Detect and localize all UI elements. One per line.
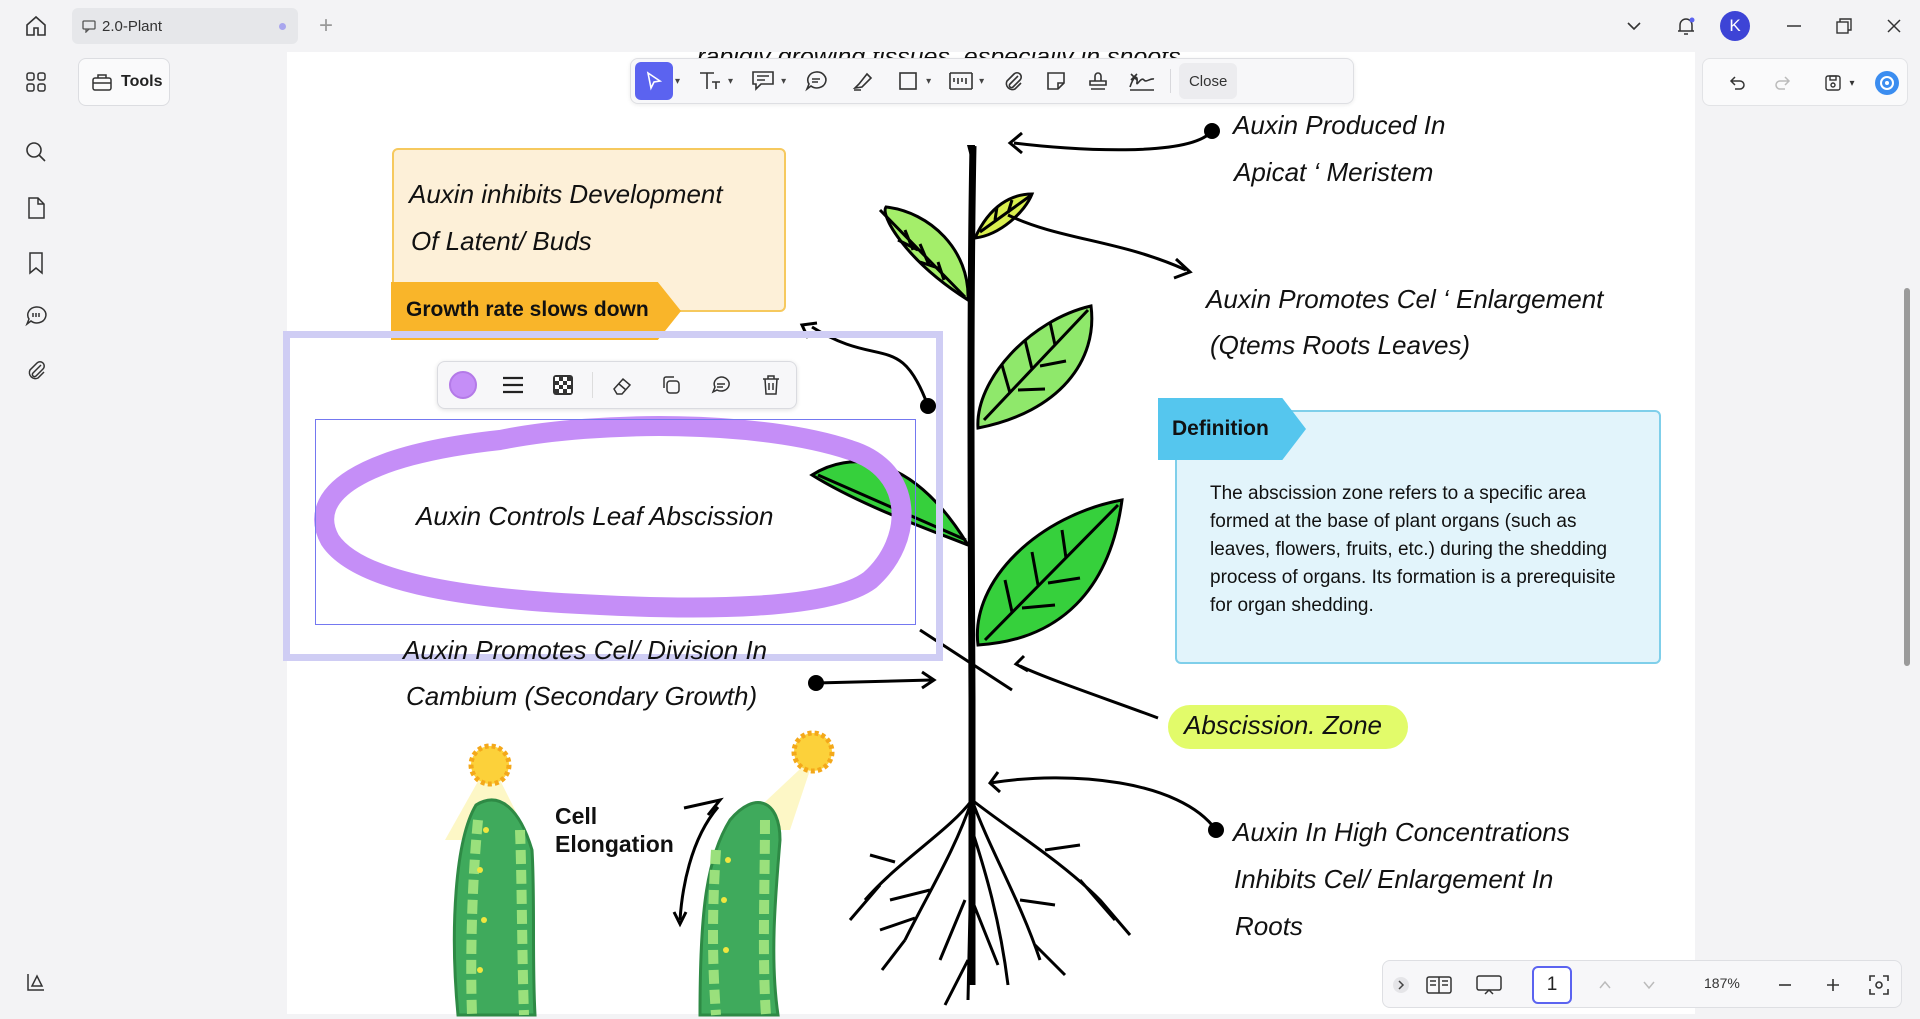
- apps-grid-icon[interactable]: [20, 66, 52, 98]
- callout-tool-icon[interactable]: [747, 62, 779, 100]
- label-high-conc-line2: Inhibits Cel/ Enlargement In: [1234, 864, 1554, 894]
- chevron-down-icon[interactable]: ▾: [979, 76, 984, 87]
- label-division-line2: Cambium (Secondary Growth): [406, 681, 758, 711]
- tools-label: Tools: [121, 73, 163, 90]
- definition-tag: Definition: [1158, 398, 1306, 460]
- label-elongation: Elongation: [555, 831, 674, 857]
- chevron-down-icon[interactable]: ▾: [1845, 73, 1859, 93]
- definition-title: Definition: [1172, 417, 1269, 440]
- scrollbar[interactable]: [1904, 288, 1910, 666]
- definition-text: The abscission zone refers to a specific…: [1210, 483, 1616, 616]
- color-picker-button[interactable]: [438, 365, 488, 405]
- page-navigation-bar: [1382, 960, 1902, 1008]
- tools-panel: [70, 52, 286, 1019]
- label-enlarge-line1: Auxin Promotes Cel ‘ Enlargement: [1206, 284, 1604, 314]
- comment-icon[interactable]: [696, 365, 746, 405]
- right-panel: [1696, 52, 1920, 1019]
- zoom-in-icon[interactable]: [1823, 975, 1843, 995]
- label-inhibits-line1: Auxin inhibits Development: [409, 179, 723, 209]
- tab-title: 2.0-Plant: [102, 17, 163, 35]
- label-high-conc-line1: Auxin In High Concentrations: [1233, 817, 1570, 847]
- annotation-mini-toolbar: [437, 361, 797, 409]
- select-tool-button[interactable]: [635, 62, 673, 100]
- avatar[interactable]: K: [1720, 11, 1750, 41]
- eraser-icon[interactable]: [597, 365, 647, 405]
- chevron-down-icon[interactable]: ▾: [675, 76, 680, 87]
- right-toolbar: ▾: [1702, 58, 1908, 106]
- label-high-conc-line3: Roots: [1235, 911, 1303, 941]
- minimize-icon[interactable]: [1782, 14, 1806, 38]
- attachment-icon[interactable]: [20, 354, 52, 386]
- panel-toggle-icon[interactable]: [20, 966, 52, 998]
- next-page-icon[interactable]: [1639, 975, 1659, 995]
- label-cell: Cell: [555, 803, 598, 829]
- shape-tool-icon[interactable]: [892, 62, 924, 100]
- attachment-tool-icon[interactable]: [998, 62, 1030, 100]
- save-icon[interactable]: [1821, 71, 1845, 95]
- annotation-toolbar: ▾ ▾ ▾ ▾ ▾ Close: [630, 58, 1354, 104]
- comment-tool-icon[interactable]: [800, 62, 832, 100]
- signature-tool-icon[interactable]: [1124, 62, 1160, 100]
- label-produced-line1: Auxin Produced In: [1233, 110, 1446, 140]
- line-weight-icon[interactable]: [488, 365, 538, 405]
- page-icon[interactable]: [20, 192, 52, 224]
- toolbox-icon: [91, 72, 113, 92]
- new-tab-icon[interactable]: +: [314, 12, 338, 39]
- search-icon[interactable]: [20, 136, 52, 168]
- trash-icon[interactable]: [746, 365, 796, 405]
- close-button[interactable]: Close: [1179, 63, 1238, 99]
- comment-icon: [82, 19, 96, 33]
- label-division-line1: Auxin Promotes Cel/ Division In: [403, 635, 768, 665]
- page-number-input[interactable]: 1: [1532, 966, 1572, 1004]
- label-inhibits-line2: Of Latent/ Buds: [411, 226, 592, 256]
- text-tool-icon[interactable]: [694, 62, 726, 100]
- comments-icon[interactable]: [20, 300, 52, 332]
- sticky-note-icon[interactable]: [1040, 62, 1072, 100]
- close-window-icon[interactable]: [1882, 14, 1906, 38]
- tools-button[interactable]: Tools: [78, 58, 170, 106]
- label-abscission-control: Auxin Controls Leaf Abscission: [416, 501, 774, 531]
- chevron-down-icon[interactable]: ▾: [781, 76, 786, 87]
- bookmark-icon[interactable]: [20, 247, 52, 279]
- home-icon[interactable]: [22, 12, 50, 40]
- ai-assistant-icon[interactable]: [1873, 69, 1901, 97]
- left-rail: [0, 52, 70, 1019]
- measure-tool-icon[interactable]: [945, 62, 977, 100]
- fit-page-icon[interactable]: [1867, 973, 1891, 997]
- label-zone: Abscission. Zone: [1184, 710, 1382, 740]
- chevron-down-icon[interactable]: ▾: [728, 76, 733, 87]
- growth-tag-label: Growth rate slows down: [406, 298, 649, 321]
- title-bar: 2.0-Plant + K: [0, 0, 1920, 52]
- presentation-icon[interactable]: [1475, 973, 1503, 997]
- previous-page-icon[interactable]: [1595, 975, 1615, 995]
- chevron-down-icon[interactable]: [1622, 14, 1646, 38]
- document-tab[interactable]: 2.0-Plant: [72, 8, 298, 44]
- expand-icon[interactable]: [1391, 975, 1411, 995]
- label-enlarge-line2: (Qtems Roots Leaves): [1210, 330, 1471, 360]
- chevron-down-icon[interactable]: ▾: [926, 76, 931, 87]
- bell-icon[interactable]: [1672, 12, 1700, 40]
- zoom-level[interactable]: 187%: [1704, 975, 1740, 991]
- divider: [1170, 69, 1172, 93]
- opacity-icon[interactable]: [538, 365, 588, 405]
- stamp-tool-icon[interactable]: [1082, 62, 1114, 100]
- zoom-out-icon[interactable]: [1775, 975, 1795, 995]
- reading-mode-icon[interactable]: [1425, 973, 1453, 997]
- undo-icon[interactable]: [1725, 71, 1749, 95]
- restore-icon[interactable]: [1832, 14, 1856, 38]
- label-produced-line2: Apicat ‘ Meristem: [1234, 157, 1434, 187]
- unsaved-dot: [279, 23, 286, 30]
- highlighter-tool-icon[interactable]: [846, 62, 878, 100]
- label-cell-elongation: Cell Elongation: [555, 802, 674, 858]
- divider: [591, 372, 593, 398]
- copy-icon[interactable]: [646, 365, 696, 405]
- redo-icon[interactable]: [1771, 71, 1795, 95]
